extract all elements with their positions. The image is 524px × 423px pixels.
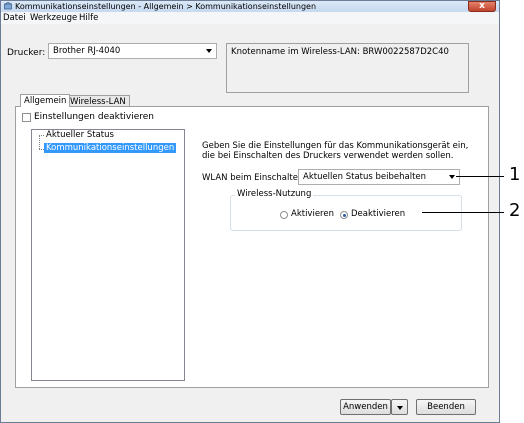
radio-deaktivieren[interactable] bbox=[340, 211, 348, 219]
node-info-box: Knotenname im Wireless-LAN: BRW0022587D2… bbox=[226, 43, 469, 93]
radio-deaktivieren-label: Deaktivieren bbox=[351, 209, 406, 219]
tree-connector bbox=[39, 135, 40, 149]
callout-line-2 bbox=[422, 212, 504, 213]
window-title: Kommunikationseinstellungen - Allgemein … bbox=[15, 2, 317, 11]
node-info-text: Knotenname im Wireless-LAN: BRW0022587D2… bbox=[231, 47, 449, 57]
callout-number-2: 2 bbox=[509, 200, 521, 221]
radio-aktivieren-label: Aktivieren bbox=[291, 209, 334, 219]
menu-bar: Datei Werkzeuge Hilfe bbox=[1, 12, 499, 24]
window-close-button[interactable]: x bbox=[468, 1, 496, 12]
wlan-select-value: Aktuellen Status beibehalten bbox=[303, 172, 427, 182]
chevron-down-icon bbox=[449, 175, 455, 179]
tree-item-aktueller-status[interactable]: Aktueller Status bbox=[46, 130, 114, 140]
apply-button[interactable]: Anwenden bbox=[340, 399, 391, 415]
printer-select-value: Brother RJ-4040 bbox=[53, 46, 121, 56]
callout-line-1 bbox=[456, 176, 504, 177]
description-text: Geben Sie die Einstellungen für das Komm… bbox=[202, 141, 469, 161]
menu-hilfe[interactable]: Hilfe bbox=[79, 12, 98, 24]
tab-allgemein[interactable]: Allgemein bbox=[20, 94, 71, 107]
tree-connector bbox=[39, 135, 44, 136]
menu-werkzeuge[interactable]: Werkzeuge bbox=[30, 12, 77, 24]
printer-label: Drucker: bbox=[7, 48, 46, 58]
wireless-usage-legend: Wireless-Nutzung bbox=[235, 189, 314, 199]
wlan-select[interactable]: Aktuellen Status beibehalten bbox=[298, 169, 460, 185]
radio-aktivieren[interactable] bbox=[280, 211, 288, 219]
disable-settings-label: Einstellungen deaktivieren bbox=[34, 112, 154, 122]
callout-number-1: 1 bbox=[509, 164, 521, 185]
menu-datei[interactable]: Datei bbox=[3, 12, 26, 24]
chevron-down-icon bbox=[206, 49, 212, 53]
chevron-down-icon bbox=[397, 406, 403, 410]
close-button[interactable]: Beenden bbox=[416, 399, 476, 415]
settings-tree[interactable]: Aktueller Status Kommunikationseinstellu… bbox=[31, 129, 185, 381]
tree-item-kommunikationseinstellungen[interactable]: Kommunikationseinstellungen bbox=[44, 143, 177, 153]
disable-settings-checkbox[interactable] bbox=[22, 113, 31, 122]
app-icon bbox=[4, 2, 12, 10]
title-bar: Kommunikationseinstellungen - Allgemein … bbox=[1, 1, 499, 12]
tab-panel-allgemein: Einstellungen deaktivieren Aktueller Sta… bbox=[15, 106, 489, 388]
apply-dropdown-button[interactable] bbox=[391, 399, 408, 415]
printer-select[interactable]: Brother RJ-4040 bbox=[48, 43, 217, 59]
wlan-label: WLAN beim Einschalten: bbox=[202, 173, 307, 183]
